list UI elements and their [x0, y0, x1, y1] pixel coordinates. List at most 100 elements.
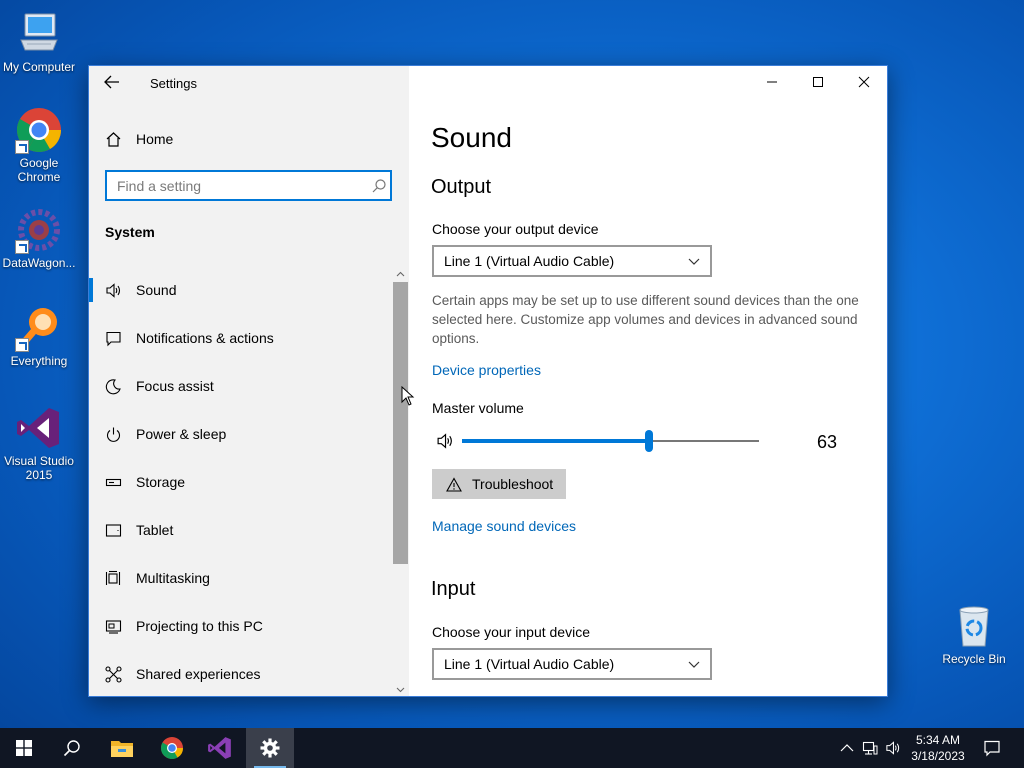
- desktop-icon-everything[interactable]: Everything: [1, 304, 77, 368]
- moon-icon: [105, 378, 121, 394]
- speaker-icon[interactable]: [436, 432, 454, 450]
- master-volume-thumb[interactable]: [645, 430, 653, 452]
- settings-window: Settings Home System Sound: [88, 65, 888, 697]
- visual-studio-icon: [15, 404, 63, 452]
- desktop-icon-datawagon[interactable]: DataWagon...: [1, 206, 77, 270]
- input-device-value: Line 1 (Virtual Audio Cable): [444, 656, 615, 672]
- home-icon: [106, 131, 121, 147]
- back-arrow-icon: [104, 75, 119, 89]
- desktop-icon-recycle-bin[interactable]: Recycle Bin: [936, 602, 1012, 666]
- mouse-cursor-icon: [401, 386, 415, 406]
- taskbar-chrome[interactable]: [148, 728, 196, 768]
- chevron-down-icon: [688, 661, 700, 668]
- shared-experiences-icon: [105, 665, 122, 683]
- desktop-icon-visual-studio[interactable]: Visual Studio 2015: [1, 404, 77, 482]
- desktop-icon-label: My Computer: [2, 60, 76, 74]
- multitasking-icon: [105, 570, 121, 585]
- chevron-up-icon[interactable]: [839, 740, 855, 756]
- back-button[interactable]: [101, 72, 125, 92]
- desktop-icon-my-computer[interactable]: My Computer: [1, 10, 77, 74]
- taskbar-settings[interactable]: [246, 728, 294, 768]
- nav-item-focus-assist[interactable]: Focus assist: [89, 362, 392, 410]
- chevron-down-icon[interactable]: [396, 685, 405, 694]
- nav-item-projecting[interactable]: Projecting to this PC: [89, 602, 392, 650]
- manage-sound-devices-link[interactable]: Manage sound devices: [432, 518, 576, 534]
- nav-item-label: Power & sleep: [136, 426, 227, 442]
- master-volume-slider[interactable]: [462, 430, 759, 452]
- output-device-value: Line 1 (Virtual Audio Cable): [444, 253, 615, 269]
- master-volume-value: 63: [817, 432, 838, 452]
- computer-icon: [15, 10, 63, 58]
- input-heading: Input: [431, 578, 476, 600]
- desktop-icon-label: Google Chrome: [17, 156, 61, 184]
- nav-item-multitasking[interactable]: Multitasking: [89, 554, 392, 602]
- network-icon[interactable]: [862, 740, 878, 756]
- input-device-label: Choose your input device: [432, 624, 590, 640]
- chevron-up-icon[interactable]: [396, 270, 405, 279]
- nav-list: Sound Notifications & actions Focus assi…: [89, 266, 392, 698]
- output-device-label: Choose your output device: [432, 221, 599, 237]
- nav-item-tablet[interactable]: Tablet: [89, 506, 392, 554]
- everything-search-icon: [15, 304, 63, 352]
- section-title: System: [105, 224, 155, 240]
- search-icon[interactable]: [371, 178, 387, 194]
- master-volume-fill: [462, 439, 649, 443]
- nav-item-shared-experiences[interactable]: Shared experiences: [89, 650, 392, 698]
- shortcut-arrow-icon: [15, 338, 29, 352]
- taskbar-visual-studio[interactable]: [196, 728, 244, 768]
- action-center-button[interactable]: [968, 728, 1016, 768]
- desktop-icon-label: Recycle Bin: [942, 652, 1006, 666]
- output-help-text: Certain apps may be set up to use differ…: [432, 293, 859, 346]
- nav-scrollbar[interactable]: [392, 266, 409, 698]
- nav-item-power-sleep[interactable]: Power & sleep: [89, 410, 392, 458]
- scrollbar-thumb[interactable]: [393, 282, 408, 564]
- shortcut-arrow-icon: [15, 140, 29, 154]
- chevron-down-icon: [688, 258, 700, 265]
- settings-icon: [260, 738, 280, 758]
- desktop-icon-label: DataWagon...: [2, 256, 76, 270]
- start-icon: [16, 740, 32, 756]
- nav-item-sound[interactable]: Sound: [89, 266, 392, 314]
- search-icon: [63, 740, 80, 757]
- nav-item-label: Projecting to this PC: [136, 618, 263, 634]
- taskbar-file-explorer[interactable]: [98, 728, 146, 768]
- page-title: Sound: [431, 122, 512, 153]
- input-device-dropdown[interactable]: Line 1 (Virtual Audio Cable): [432, 648, 712, 680]
- chrome-icon: [161, 737, 183, 759]
- shortcut-arrow-icon: [15, 240, 29, 254]
- action-center-icon: [984, 740, 1000, 757]
- taskbar-clock[interactable]: 5:34 AM 3/18/2023: [905, 732, 971, 764]
- nav-item-notifications[interactable]: Notifications & actions: [89, 314, 392, 362]
- taskbar-search-button[interactable]: [48, 728, 96, 768]
- navigation-pane: Settings Home System Sound: [89, 66, 409, 696]
- device-properties-link[interactable]: Device properties: [432, 362, 541, 378]
- search-input[interactable]: [105, 170, 392, 201]
- notification-icon: [106, 331, 121, 346]
- warning-icon: [446, 476, 462, 492]
- desktop-icon-label: Visual Studio 2015: [4, 454, 74, 482]
- troubleshoot-button[interactable]: Troubleshoot: [432, 469, 566, 499]
- speaker-icon: [106, 282, 121, 298]
- output-device-dropdown[interactable]: Line 1 (Virtual Audio Cable): [432, 245, 712, 277]
- taskbar: 5:34 AM 3/18/2023: [0, 728, 1024, 768]
- nav-item-label: Shared experiences: [136, 666, 261, 682]
- start-button[interactable]: [0, 728, 48, 768]
- visual-studio-icon: [208, 737, 231, 759]
- chrome-icon: [15, 106, 63, 154]
- tablet-icon: [105, 523, 122, 537]
- clock-time: 5:34 AM: [915, 733, 961, 747]
- file-explorer-icon: [111, 741, 133, 757]
- master-volume-label: Master volume: [432, 400, 524, 416]
- projecting-icon: [105, 619, 122, 634]
- clock-date: 3/18/2023: [911, 749, 965, 763]
- nav-home[interactable]: Home: [105, 128, 173, 150]
- troubleshoot-label: Troubleshoot: [472, 476, 554, 492]
- content-pane: Sound Output Choose your output device L…: [409, 66, 887, 696]
- window-title: Settings: [150, 76, 197, 91]
- volume-icon[interactable]: [885, 740, 901, 756]
- nav-item-storage[interactable]: Storage: [89, 458, 392, 506]
- nav-item-label: Multitasking: [136, 570, 210, 586]
- storage-icon: [105, 478, 122, 486]
- desktop-icon-google-chrome[interactable]: Google Chrome: [1, 106, 77, 184]
- master-volume-row: 63: [432, 428, 852, 456]
